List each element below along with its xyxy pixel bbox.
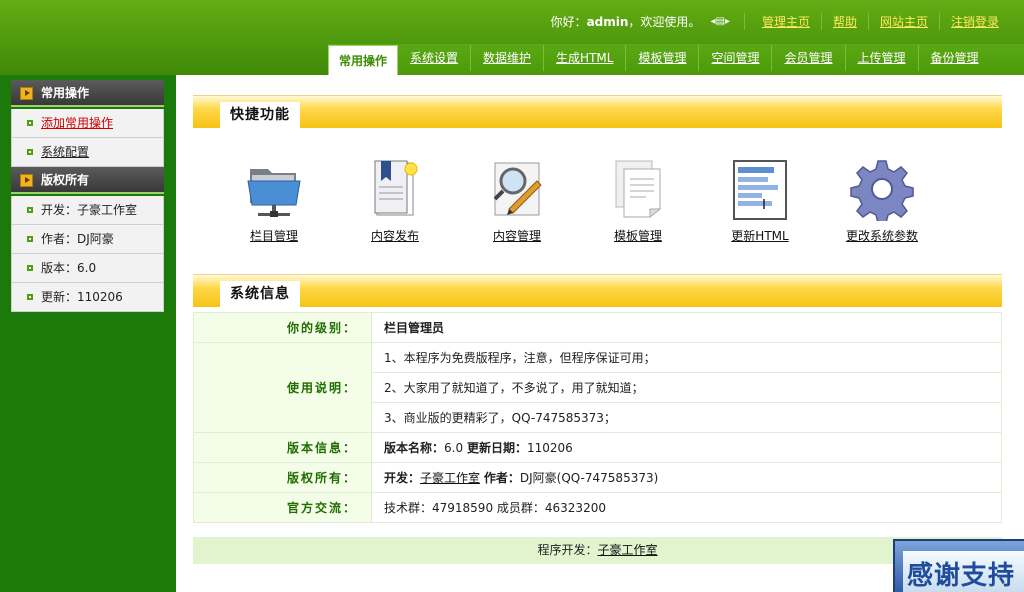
shortcut-label[interactable]: 内容管理 bbox=[493, 229, 541, 243]
sysinfo-section-header: 系统信息 bbox=[193, 274, 1002, 307]
shortcut-label[interactable]: 更改系统参数 bbox=[846, 229, 918, 243]
table-row: 你的级别： 栏目管理员 bbox=[193, 312, 1002, 343]
sidebar: 常用操作 添加常用操作 系统配置 版权所有 开发：子豪工作室 作者：DJ阿豪 版… bbox=[0, 75, 176, 592]
sidebar-item-author: 作者：DJ阿豪 bbox=[11, 225, 164, 254]
usage-key: 使用说明： bbox=[193, 342, 372, 433]
top-user-bar: 你好：admin，欢迎使用。 ◂▤▸ 管理主页 帮助 网站主页 注销登录 bbox=[551, 11, 1010, 31]
shortcut-label[interactable]: 更新HTML bbox=[731, 229, 788, 243]
level-key: 你的级别： bbox=[193, 312, 372, 343]
shortcut-template-management[interactable]: 模板管理 bbox=[588, 157, 688, 244]
shortcut-update-html[interactable]: 更新HTML bbox=[710, 157, 810, 244]
version-key: 版本信息： bbox=[193, 432, 372, 463]
table-row: 版本信息： 版本名称：6.0 更新日期：110206 bbox=[193, 432, 1002, 463]
version-value: 版本名称：6.0 更新日期：110206 bbox=[371, 432, 1002, 463]
arrow-icon bbox=[20, 174, 33, 187]
section-title: 快捷功能 bbox=[220, 102, 300, 128]
system-config-link[interactable]: 系统配置 bbox=[41, 145, 89, 159]
copyright-value: 开发：子豪工作室 作者：DJ阿豪(QQ-747585373) bbox=[371, 462, 1002, 493]
tab-member-management[interactable]: 会员管理 bbox=[772, 45, 846, 71]
tab-common[interactable]: 常用操作 bbox=[328, 45, 399, 75]
tab-data-maintenance[interactable]: 数据维护 bbox=[471, 45, 545, 71]
sidebar-item-system-config[interactable]: 系统配置 bbox=[11, 138, 164, 167]
main-nav: 常用操作 系统设置 数据维护 生成HTML 模板管理 空间管理 会员管理 上传管… bbox=[328, 44, 1024, 75]
section-title: 系统信息 bbox=[220, 281, 300, 307]
exchange-value: 技术群：47918590 成员群：46323200 bbox=[371, 492, 1002, 523]
usage-line: 3、商业版的更精彩了，QQ-747585373； bbox=[371, 402, 1002, 433]
document-publish-icon bbox=[363, 157, 427, 221]
sidebar-item-add-common[interactable]: 添加常用操作 bbox=[11, 109, 164, 138]
tab-system-settings[interactable]: 系统设置 bbox=[398, 45, 472, 71]
shortcut-label[interactable]: 栏目管理 bbox=[250, 229, 298, 243]
sidebar-item-developer: 开发：子豪工作室 bbox=[11, 196, 164, 225]
table-row: 版权所有： 开发：子豪工作室 作者：DJ阿豪(QQ-747585373) bbox=[193, 462, 1002, 493]
header-bar: 你好：admin，欢迎使用。 ◂▤▸ 管理主页 帮助 网站主页 注销登录 常用操… bbox=[0, 0, 1024, 75]
add-common-link[interactable]: 添加常用操作 bbox=[41, 116, 113, 130]
folder-network-icon bbox=[242, 157, 306, 221]
footer-developer-link[interactable]: 子豪工作室 bbox=[598, 543, 658, 557]
sidebar-section-copyright: 版权所有 bbox=[11, 167, 164, 194]
welcome-text: 你好：admin，欢迎使用。 bbox=[550, 14, 701, 29]
list-icon: ◂▤▸ bbox=[710, 15, 730, 27]
bullet-icon bbox=[27, 149, 33, 155]
admin-home-link[interactable]: 管理主页 bbox=[751, 13, 821, 30]
tab-backup-management[interactable]: 备份管理 bbox=[919, 45, 991, 71]
logout-link[interactable]: 注销登录 bbox=[938, 12, 1010, 30]
sysinfo-table: 你的级别： 栏目管理员 使用说明： 1、本程序为免费版程序，注意，但程序保证可用… bbox=[193, 312, 1002, 523]
shortcut-content-publish[interactable]: 内容发布 bbox=[345, 157, 445, 244]
bullet-icon bbox=[27, 294, 33, 300]
thanks-badge[interactable]: 感谢支持 bbox=[893, 539, 1024, 592]
tab-upload-management[interactable]: 上传管理 bbox=[846, 45, 919, 71]
username: admin bbox=[586, 14, 629, 29]
tab-generate-html[interactable]: 生成HTML bbox=[544, 45, 627, 71]
gear-icon bbox=[850, 157, 914, 224]
shortcut-label[interactable]: 内容发布 bbox=[371, 229, 419, 243]
template-pages-icon bbox=[606, 157, 670, 221]
thanks-text: 感谢支持 bbox=[907, 561, 1016, 591]
usage-line: 2、大家用了就知道了，不多说了，用了就知道； bbox=[371, 372, 1002, 403]
shortcut-column-management[interactable]: 栏目管理 bbox=[224, 157, 324, 244]
bullet-icon bbox=[27, 207, 33, 213]
copyright-key: 版权所有： bbox=[193, 462, 372, 493]
footer-bar: 程序开发：子豪工作室 bbox=[193, 537, 1002, 564]
shortcut-section-header: 快捷功能 bbox=[193, 95, 1002, 128]
site-home-link[interactable]: 网站主页 bbox=[867, 12, 939, 30]
bullet-icon bbox=[27, 236, 33, 242]
exchange-key: 官方交流： bbox=[193, 492, 372, 523]
tab-space-management[interactable]: 空间管理 bbox=[699, 45, 773, 71]
developer-link[interactable]: 子豪工作室 bbox=[420, 471, 480, 485]
tab-template-management[interactable]: 模板管理 bbox=[626, 45, 700, 71]
top-links: 管理主页 帮助 网站主页 注销登录 bbox=[743, 12, 1010, 30]
usage-line: 1、本程序为免费版程序，注意，但程序保证可用； bbox=[371, 342, 1002, 373]
arrow-icon bbox=[20, 87, 33, 100]
shortcut-label[interactable]: 模板管理 bbox=[614, 229, 662, 243]
sidebar-section-common: 常用操作 bbox=[11, 80, 164, 107]
magnifier-edit-icon bbox=[485, 157, 549, 221]
sidebar-item-version: 版本：6.0 bbox=[11, 254, 164, 283]
bullet-icon bbox=[27, 120, 33, 126]
sidebar-item-update: 更新：110206 bbox=[11, 283, 164, 312]
html-page-icon bbox=[728, 157, 792, 221]
shortcut-content-management[interactable]: 内容管理 bbox=[467, 157, 567, 244]
help-link[interactable]: 帮助 bbox=[820, 12, 868, 30]
main-content: 快捷功能 栏目管理 内容发布 内容管理 模板管理 更新HTML 更改系统参数 系… bbox=[176, 75, 1024, 592]
bullet-icon bbox=[27, 265, 33, 271]
table-row: 使用说明： 1、本程序为免费版程序，注意，但程序保证可用； bbox=[193, 342, 1002, 433]
shortcut-change-system-params[interactable]: 更改系统参数 bbox=[832, 157, 932, 244]
level-value: 栏目管理员 bbox=[371, 312, 1002, 343]
table-row: 官方交流： 技术群：47918590 成员群：46323200 bbox=[193, 492, 1002, 523]
